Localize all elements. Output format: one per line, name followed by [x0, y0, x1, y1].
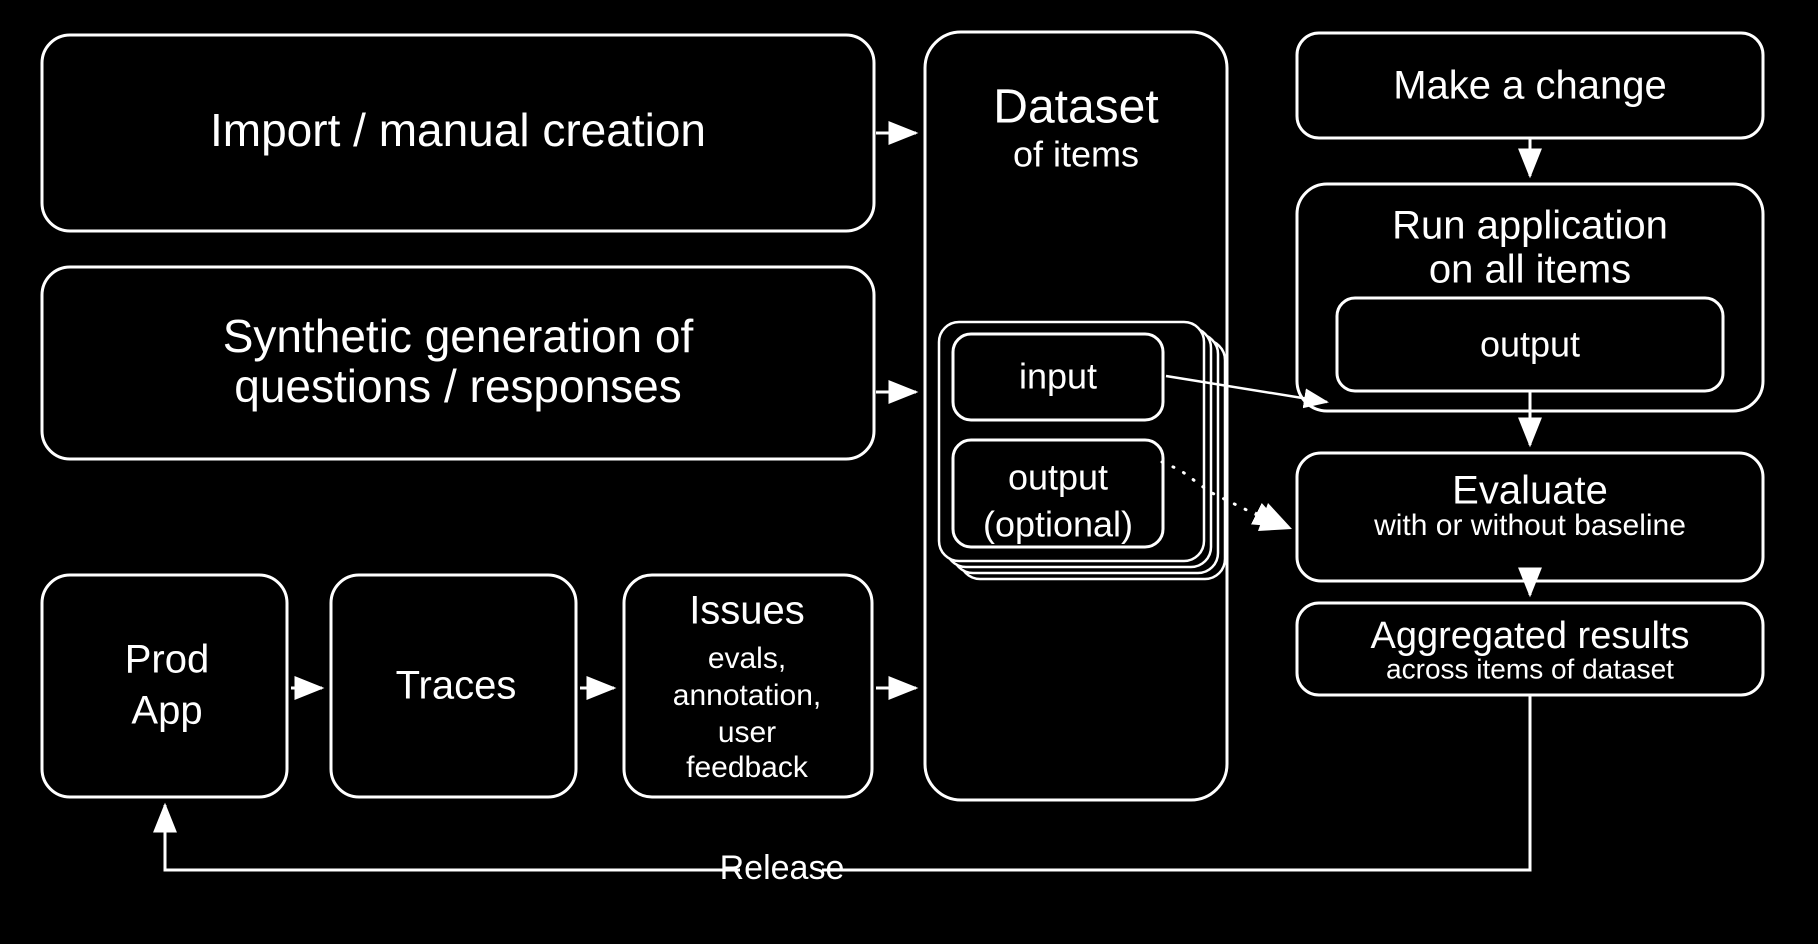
node-aggregated-results[interactable]: Aggregated results across items of datas…: [1295, 601, 1765, 697]
node-prod-app-box: [40, 573, 289, 799]
node-aggregated-results-subtitle: across items of dataset: [1386, 653, 1674, 684]
node-synthetic-label-line1: Synthetic generation of: [223, 310, 694, 362]
node-synthetic-label-line2: questions / responses: [234, 360, 682, 412]
node-issues-line4: feedback: [686, 751, 809, 784]
node-evaluate[interactable]: Evaluate with or without baseline: [1295, 451, 1765, 583]
diagram-canvas: Import / manual creation Synthetic gener…: [0, 0, 1818, 944]
node-synthetic-generation[interactable]: Synthetic generation of questions / resp…: [40, 265, 876, 461]
node-make-a-change-label: Make a change: [1393, 64, 1667, 108]
edge-release-label: Release: [720, 849, 845, 887]
dataset-item-output-line2: (optional): [983, 504, 1133, 545]
node-run-application-line2: on all items: [1429, 248, 1631, 292]
node-evaluate-subtitle: with or without baseline: [1373, 509, 1686, 542]
node-run-application-output-label: output: [1480, 324, 1580, 365]
node-dataset-title: Dataset: [993, 81, 1158, 134]
edge-release-left-segment: [153, 802, 740, 872]
node-prod-app-line1: Prod: [125, 638, 210, 682]
node-dataset[interactable]: Dataset of items input output (optional): [923, 30, 1229, 802]
node-traces-label: Traces: [396, 664, 517, 708]
node-import-manual-creation[interactable]: Import / manual creation: [40, 33, 876, 233]
dataset-item-input-label: input: [1019, 356, 1097, 397]
node-issues-line1: evals,: [708, 642, 786, 675]
node-issues-title: Issues: [689, 589, 805, 633]
node-issues-line2: annotation,: [673, 679, 821, 712]
edge-dotted-arrowhead: [1258, 503, 1292, 531]
dataset-item-output-line1: output: [1008, 457, 1108, 498]
node-issues-line3: user: [718, 716, 776, 749]
node-make-a-change[interactable]: Make a change: [1295, 31, 1765, 140]
node-issues[interactable]: Issues evals, annotation, user feedback: [622, 573, 874, 799]
node-prod-app-line2: App: [131, 689, 202, 733]
node-traces[interactable]: Traces: [329, 573, 578, 799]
node-dataset-subtitle: of items: [1013, 134, 1139, 175]
node-aggregated-results-title: Aggregated results: [1371, 615, 1690, 657]
node-import-label: Import / manual creation: [210, 104, 706, 156]
node-evaluate-title: Evaluate: [1452, 469, 1608, 513]
node-run-application-line1: Run application: [1392, 204, 1668, 248]
node-run-application[interactable]: Run application on all items output: [1295, 182, 1765, 413]
node-prod-app[interactable]: Prod App: [40, 573, 289, 799]
